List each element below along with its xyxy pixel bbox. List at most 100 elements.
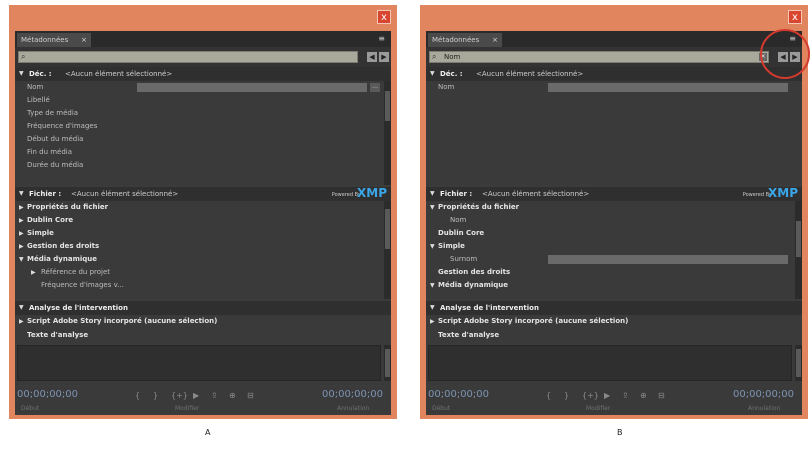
tab-close-icon[interactable]: × xyxy=(492,33,498,47)
scrollbar[interactable] xyxy=(384,81,391,185)
field-row[interactable]: Fréquence d'images xyxy=(15,120,383,133)
schema-row[interactable]: ▼ Propriétés du fichier xyxy=(426,201,794,214)
schema-label: Dublin Core xyxy=(438,229,485,237)
search-row: ⌕ Nom × ◀ ▶ xyxy=(426,47,802,67)
property-row[interactable]: Fréquence d'images v... xyxy=(15,279,383,292)
metadata-panel: Métadonnées × ≡ ⌕ Nom × ◀ ▶ ▼ Déc. : <Au… xyxy=(426,31,802,415)
clip-section-value: <Aucun élément sélectionné> xyxy=(476,70,584,78)
export-icon[interactable]: ⇪ xyxy=(211,391,218,400)
schema-row[interactable]: Gestion des droits xyxy=(426,266,794,279)
schema-row[interactable]: ▼ Média dynamique xyxy=(426,279,794,292)
tab-close-icon[interactable]: × xyxy=(81,33,87,47)
field-row[interactable]: Fin du média xyxy=(15,146,383,159)
scrollbar[interactable] xyxy=(384,345,391,381)
file-section-value: <Aucun élément sélectionné> xyxy=(71,190,179,198)
tab-label: Métadonnées xyxy=(21,36,69,44)
field-value-input[interactable] xyxy=(548,255,788,264)
schema-row[interactable]: ▼ Média dynamique xyxy=(15,253,383,266)
field-row[interactable]: Type de média xyxy=(15,107,383,120)
field-value-input[interactable] xyxy=(137,83,367,92)
script-row[interactable]: ▶ Script Adobe Story incorporé (aucune sé… xyxy=(15,315,383,328)
schema-label: Média dynamique xyxy=(27,255,97,263)
field-row[interactable]: Nom … xyxy=(15,81,383,94)
scrollbar[interactable] xyxy=(795,345,802,381)
scrollbar[interactable] xyxy=(795,201,802,299)
search-icon: ⌕ xyxy=(432,52,437,61)
delete-icon[interactable]: ⊟ xyxy=(247,391,254,400)
analysis-section-header[interactable]: ▼ Analyse de l'intervention xyxy=(15,301,391,315)
scrollbar-thumb[interactable] xyxy=(796,221,801,257)
panel-menu-icon[interactable]: ≡ xyxy=(378,33,385,45)
field-label: Nom xyxy=(438,83,455,91)
analysis-section-header[interactable]: ▼ Analyse de l'intervention xyxy=(426,301,802,315)
caption-b: B xyxy=(617,428,623,437)
clip-section-header[interactable]: ▼ Déc. : <Aucun élément sélectionné> xyxy=(15,67,391,81)
field-label: Nom xyxy=(27,83,44,91)
schema-row[interactable]: ▶ Simple xyxy=(15,227,383,240)
marker-in-icon[interactable]: { xyxy=(135,391,140,400)
script-row[interactable]: ▶ Script Adobe Story incorporé (aucune sé… xyxy=(426,315,794,328)
property-label: Fréquence d'images v... xyxy=(41,281,124,289)
play-icon[interactable]: ▶ xyxy=(604,391,610,400)
field-row[interactable]: Libellé xyxy=(15,94,383,107)
field-row[interactable]: Nom xyxy=(426,81,794,94)
marker-in-icon[interactable]: { xyxy=(546,391,551,400)
tab-metadonnees[interactable]: Métadonnées × xyxy=(428,33,502,47)
window-close-button[interactable]: x xyxy=(377,10,391,24)
analysis-title: Analyse de l'intervention xyxy=(440,304,539,312)
play-icon[interactable]: ▶ xyxy=(193,391,199,400)
property-row[interactable]: Nom xyxy=(426,214,794,227)
window-close-button[interactable]: x xyxy=(788,10,802,24)
collapsed-icon: ▶ xyxy=(19,318,24,325)
field-row[interactable]: Durée du média xyxy=(15,159,383,172)
highlight-ring xyxy=(760,29,810,79)
property-row[interactable]: Surnom xyxy=(426,253,794,266)
merge-icon[interactable]: ⊕ xyxy=(229,391,236,400)
delete-icon[interactable]: ⊟ xyxy=(658,391,665,400)
schema-row[interactable]: ▶ Propriétés du fichier xyxy=(15,201,383,214)
schema-row[interactable]: ▼ Simple xyxy=(426,240,794,253)
scrollbar-thumb[interactable] xyxy=(385,349,390,377)
merge-icon[interactable]: ⊕ xyxy=(640,391,647,400)
scrollbar-thumb[interactable] xyxy=(385,91,390,121)
next-result-button[interactable]: ▶ xyxy=(379,52,389,62)
analysis-textarea[interactable] xyxy=(17,345,381,381)
property-row[interactable]: ▶ Référence du projet xyxy=(15,266,383,279)
goto-in-icon[interactable]: {+} xyxy=(582,391,599,400)
timecode-in[interactable]: 00;00;00;00 xyxy=(17,389,78,400)
file-section-header[interactable]: ▼ Fichier : <Aucun élément sélectionné> … xyxy=(15,186,391,201)
schema-row[interactable]: Dublin Core xyxy=(426,227,794,240)
footer-label: Annulation xyxy=(337,405,370,412)
timecode-out[interactable]: 00;00;00;00 xyxy=(322,389,383,400)
property-label: Nom xyxy=(450,216,467,224)
tab-metadonnees[interactable]: Métadonnées × xyxy=(17,33,91,47)
clip-section-header[interactable]: ▼ Déc. : <Aucun élément sélectionné> xyxy=(426,67,802,81)
timecode-in[interactable]: 00;00;00;00 xyxy=(428,389,489,400)
analysis-textarea[interactable] xyxy=(428,345,792,381)
timecode-out[interactable]: 00;00;00;00 xyxy=(733,389,794,400)
analysis-text-label: Texte d'analyse xyxy=(27,331,89,339)
scrollbar[interactable] xyxy=(384,201,391,299)
file-section-header[interactable]: ▼ Fichier : <Aucun élément sélectionné> … xyxy=(426,186,802,201)
expanded-icon: ▼ xyxy=(19,256,24,263)
schema-row[interactable]: ▶ Dublin Core xyxy=(15,214,383,227)
search-value: Nom xyxy=(444,53,461,61)
ellipsis-icon[interactable]: … xyxy=(370,83,380,92)
marker-out-icon[interactable]: } xyxy=(153,391,158,400)
search-input[interactable]: ⌕ Nom × xyxy=(429,51,769,63)
search-input[interactable]: ⌕ xyxy=(18,51,358,63)
scrollbar-thumb[interactable] xyxy=(385,209,390,249)
field-row[interactable]: Début du média xyxy=(15,133,383,146)
schema-row[interactable]: ▶ Gestion des droits xyxy=(15,240,383,253)
search-row: ⌕ ◀ ▶ xyxy=(15,47,391,67)
previous-result-button[interactable]: ◀ xyxy=(367,52,377,62)
tab-label: Métadonnées xyxy=(432,36,480,44)
analysis-text-row: Texte d'analyse xyxy=(426,329,794,342)
scrollbar-thumb[interactable] xyxy=(796,349,801,377)
field-label: Fréquence d'images xyxy=(27,122,98,130)
goto-in-icon[interactable]: {+} xyxy=(171,391,188,400)
field-value-input[interactable] xyxy=(548,83,788,92)
marker-out-icon[interactable]: } xyxy=(564,391,569,400)
export-icon[interactable]: ⇪ xyxy=(622,391,629,400)
file-section: ▼ Fichier : <Aucun élément sélectionné> … xyxy=(15,186,391,299)
